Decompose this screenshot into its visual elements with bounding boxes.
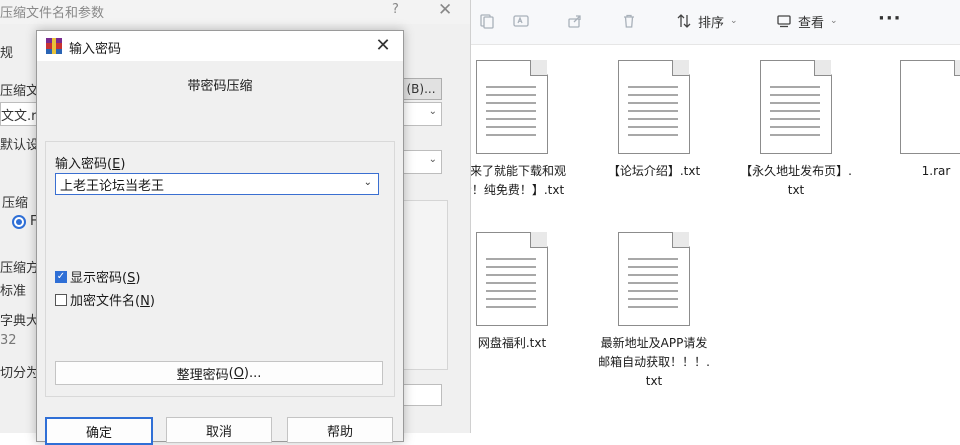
copy-icon[interactable] [476,10,498,32]
sort-label: 排序 [698,15,725,31]
options-panel [400,200,448,370]
profile-select[interactable]: ⌄ [400,150,442,174]
text-file-icon [618,60,690,154]
view-button[interactable]: 查看 ⌄ [776,10,838,32]
archive-params-title: 压缩文件名和参数 [0,6,105,21]
browse-button[interactable]: (B)... [400,78,442,100]
show-password-checkbox[interactable]: ✓ 显示密码(S) [55,267,140,286]
text-file-icon [476,232,548,326]
archive-params-titlebar: 压缩文件名和参数 ? ✕ [0,0,470,24]
close-icon[interactable]: ✕ [438,0,452,20]
chevron-down-icon: ⌄ [830,16,838,26]
password-dialog-titlebar: 输入密码 ✕ [37,31,403,61]
compression-method-value[interactable]: 标准 [0,280,26,299]
sort-button[interactable]: 排序 ⌄ [676,10,738,32]
winrar-icon [46,38,62,54]
password-label: 输入密码(E) [55,157,126,172]
show-password-label: 显示密码(S) [70,271,141,286]
view-label: 查看 [798,15,825,31]
delete-icon[interactable] [618,10,640,32]
ok-button[interactable]: 确定 [45,417,153,445]
encrypt-filenames-checkbox[interactable]: 加密文件名(N) [55,290,155,309]
file-item[interactable]: 1.rar [876,60,960,181]
dialog-title: 输入密码 [69,42,122,57]
view-icon [777,15,791,28]
split-volumes-label: 切分为 [0,366,40,381]
organize-passwords-button[interactable]: 整理密码(O)... [55,361,383,385]
file-name: 1.rar [921,164,951,178]
help-icon[interactable]: ? [392,2,399,17]
rename-icon[interactable] [510,10,532,32]
sort-icon [677,14,691,28]
dictionary-size-label: 字典大 [0,314,40,329]
default-profile-label: 默认设 [0,138,40,153]
dictionary-size-value[interactable]: 32 [0,333,17,348]
text-file-icon [760,60,832,154]
share-icon[interactable] [564,10,586,32]
explorer-toolbar: 排序 ⌄ 查看 ⌄ ··· [470,0,960,45]
text-file-icon [476,60,548,154]
compression-method-label: 压缩方 [0,261,40,276]
checkbox-checked-icon[interactable]: ✓ [55,270,67,283]
chevron-down-icon: ⌄ [730,16,738,26]
close-icon[interactable]: ✕ [371,34,395,58]
chevron-down-icon[interactable]: ⌄ [364,177,372,188]
tab-general[interactable]: 规 [0,42,13,61]
cancel-button[interactable]: 取消 [166,417,272,443]
checkbox-unchecked-icon[interactable] [55,293,67,306]
dialog-header: 带密码压缩 [187,79,253,94]
file-name: 【论坛介绍】.txt [607,164,701,178]
encrypt-filenames-label: 加密文件名(N) [70,294,155,309]
password-input[interactable] [56,174,354,194]
password-combobox[interactable]: ⌄ [55,173,379,195]
archive-name-label: 压缩文 [0,84,40,99]
file-name: 最新地址及APP请发邮箱自动获取！！！.txt [598,336,710,388]
file-item[interactable]: 最新地址及APP请发邮箱自动获取！！！.txt [594,232,714,391]
more-options-button[interactable]: ··· [878,8,902,29]
chevron-down-icon: ⌄ [428,154,437,165]
password-dialog: 输入密码 ✕ 带密码压缩 输入密码(E) ⌄ ✓ 显示密码(S) 加密文件名(N… [36,30,404,445]
file-item[interactable]: 【论坛介绍】.txt [594,60,714,181]
format-radio[interactable] [12,215,26,229]
help-button[interactable]: 帮助 [287,417,393,443]
chevron-down-icon: ⌄ [428,106,437,117]
archive-format-label: 压缩 [2,196,29,211]
archive-file-icon [900,60,960,154]
file-item[interactable]: 【永久地址发布页】.txt [736,60,856,200]
file-name: 【永久地址发布页】.txt [740,164,852,197]
text-file-icon [618,232,690,326]
split-volumes-field[interactable] [400,384,442,406]
